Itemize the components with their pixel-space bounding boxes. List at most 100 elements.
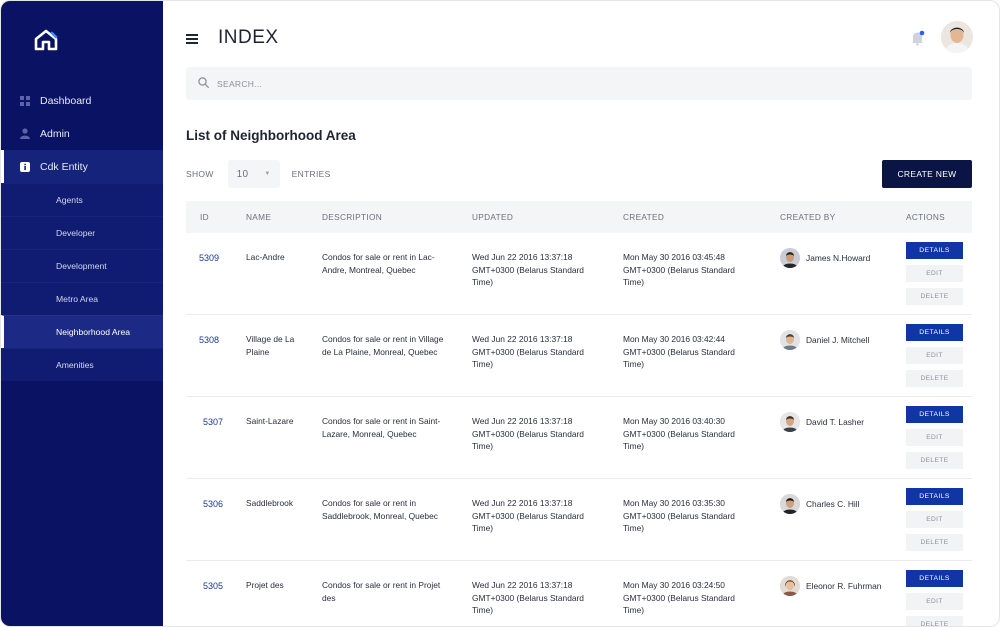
edit-button[interactable]: EDIT	[906, 593, 963, 610]
column-header-description[interactable]: DESCRIPTION	[322, 212, 382, 222]
column-header-updated[interactable]: UPDATED	[472, 212, 513, 222]
row-name: Lac-Andre	[246, 252, 285, 262]
list-title: List of Neighborhood Area	[186, 128, 356, 143]
delete-button[interactable]: DELETE	[906, 616, 963, 626]
column-header-id[interactable]: ID	[200, 212, 209, 222]
created-by-name: Daniel J. Mitchell	[806, 334, 870, 345]
sidebar-subitem-development[interactable]: Development	[1, 249, 163, 282]
created-by-name: Charles C. Hill	[806, 498, 860, 509]
details-button[interactable]: DETAILS	[906, 242, 963, 259]
sidebar-subitem-label: Agents	[56, 195, 83, 205]
entries-select[interactable]: 10 ▼	[227, 160, 280, 188]
row-created-by: David T. Lasher	[780, 412, 864, 432]
edit-button[interactable]: EDIT	[906, 347, 963, 364]
table-header: ID NAME DESCRIPTION UPDATED CREATED CREA…	[186, 201, 972, 233]
create-new-button[interactable]: CREATE NEW	[882, 160, 972, 188]
menu-icon[interactable]	[186, 34, 198, 44]
table-row: 5307 Saint-Lazare Condos for sale or ren…	[186, 397, 972, 479]
row-id-link[interactable]: 5305	[203, 580, 223, 593]
search-bar[interactable]	[186, 67, 972, 100]
sidebar-subitem-agents[interactable]: Agents	[1, 183, 163, 216]
edit-button[interactable]: EDIT	[906, 265, 963, 282]
created-by-name: David T. Lasher	[806, 416, 865, 427]
details-button[interactable]: DETAILS	[906, 488, 963, 505]
row-created: Mon May 30 2016 03:40:30 GMT+0300 (Belar…	[623, 416, 735, 451]
details-button[interactable]: DETAILS	[906, 406, 963, 423]
row-name: Projet des	[246, 580, 284, 590]
sidebar-subitem-neighborhood-area[interactable]: Neighborhood Area	[1, 315, 163, 348]
avatar	[780, 576, 800, 596]
row-id-link[interactable]: 5307	[203, 416, 223, 429]
sidebar-subitem-metro-area[interactable]: Metro Area	[1, 282, 163, 315]
avatar	[780, 494, 800, 514]
sidebar-nav: Dashboard Admin Cdk Entity Agents Develo…	[1, 84, 163, 381]
row-description: Condos for sale or rent in Saddlebrook, …	[322, 498, 438, 521]
column-header-actions: ACTIONS	[906, 212, 945, 222]
column-header-created[interactable]: CREATED	[623, 212, 664, 222]
row-id-link[interactable]: 5309	[199, 252, 219, 265]
edit-button[interactable]: EDIT	[906, 429, 963, 446]
row-created-by: Eleonor R. Fuhrman	[780, 576, 881, 596]
column-header-created-by[interactable]: CREATED BY	[780, 212, 835, 222]
details-button[interactable]: DETAILS	[906, 570, 963, 587]
row-actions: DETAILS EDIT DELETE	[906, 488, 963, 557]
sidebar-subitem-label: Developer	[56, 228, 96, 238]
sidebar-submenu: Agents Developer Development Metro Area …	[1, 183, 163, 381]
table-row: 5308 Village de La Plaine Condos for sal…	[186, 315, 972, 397]
table-row: 5306 Saddlebrook Condos for sale or rent…	[186, 479, 972, 561]
row-id-link[interactable]: 5308	[199, 334, 219, 347]
entries-value: 10	[236, 168, 249, 180]
row-created-by: James N.Howard	[780, 248, 870, 268]
table-body: 5309 Lac-Andre Condos for sale or rent i…	[186, 233, 972, 626]
row-created-by: Charles C. Hill	[780, 494, 860, 514]
row-created: Mon May 30 2016 03:35:30 GMT+0300 (Belar…	[623, 498, 735, 533]
delete-button[interactable]: DELETE	[906, 452, 963, 469]
sidebar-item-cdk-entity[interactable]: Cdk Entity	[1, 150, 163, 183]
home-icon[interactable]	[33, 28, 59, 52]
row-name: Saddlebrook	[246, 498, 294, 508]
row-id-link[interactable]: 5306	[203, 498, 223, 511]
column-header-name[interactable]: NAME	[246, 212, 271, 222]
delete-button[interactable]: DELETE	[906, 288, 963, 305]
grid-icon	[19, 95, 30, 106]
row-description: Condos for sale or rent in Village de La…	[322, 334, 444, 357]
row-updated: Wed Jun 22 2016 13:37:18 GMT+0300 (Belar…	[472, 580, 584, 615]
row-description: Condos for sale or rent in Lac-Andre, Mo…	[322, 252, 435, 275]
avatar	[780, 330, 800, 350]
page-title: INDEX	[218, 27, 279, 48]
row-updated: Wed Jun 22 2016 13:37:18 GMT+0300 (Belar…	[472, 252, 584, 287]
sidebar-item-label: Cdk Entity	[40, 160, 88, 173]
bell-icon[interactable]	[911, 30, 925, 46]
sidebar-subitem-developer[interactable]: Developer	[1, 216, 163, 249]
sidebar-item-dashboard[interactable]: Dashboard	[1, 84, 163, 117]
edit-button[interactable]: EDIT	[906, 511, 963, 528]
app-window: Dashboard Admin Cdk Entity Agents Develo…	[0, 0, 1000, 627]
delete-button[interactable]: DELETE	[906, 370, 963, 387]
row-updated: Wed Jun 22 2016 13:37:18 GMT+0300 (Belar…	[472, 498, 584, 533]
entries-label: ENTRIES	[291, 169, 331, 179]
search-input[interactable]	[217, 78, 917, 89]
details-button[interactable]: DETAILS	[906, 324, 963, 341]
row-name: Village de La Plaine	[246, 334, 295, 357]
created-by-name: Eleonor R. Fuhrman	[806, 580, 882, 591]
sidebar-subitem-label: Neighborhood Area	[56, 327, 131, 337]
avatar[interactable]	[941, 21, 973, 53]
sidebar-subitem-label: Development	[56, 261, 107, 271]
row-actions: DETAILS EDIT DELETE	[906, 242, 963, 311]
row-actions: DETAILS EDIT DELETE	[906, 406, 963, 475]
search-icon	[198, 75, 209, 93]
show-label: SHOW	[186, 169, 214, 179]
sidebar-subitem-label: Metro Area	[56, 294, 99, 304]
entries-control: SHOW 10 ▼ ENTRIES	[186, 160, 331, 188]
delete-button[interactable]: DELETE	[906, 534, 963, 551]
sidebar: Dashboard Admin Cdk Entity Agents Develo…	[1, 1, 163, 626]
avatar	[780, 248, 800, 268]
main-content: INDEX List of Neighborhood Area	[163, 1, 999, 626]
row-description: Condos for sale or rent in Saint-Lazare,…	[322, 416, 441, 439]
sidebar-subitem-label: Amenities	[56, 360, 94, 370]
user-icon	[19, 128, 30, 139]
sidebar-subitem-amenities[interactable]: Amenities	[1, 348, 163, 381]
row-updated: Wed Jun 22 2016 13:37:18 GMT+0300 (Belar…	[472, 334, 584, 369]
sidebar-item-admin[interactable]: Admin	[1, 117, 163, 150]
row-created: Mon May 30 2016 03:24:50 GMT+0300 (Belar…	[623, 580, 735, 615]
